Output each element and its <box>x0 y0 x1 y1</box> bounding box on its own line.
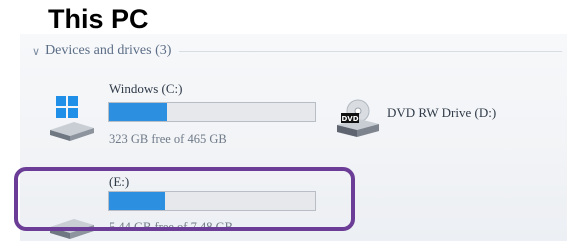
dvd-drive-icon: DVD <box>337 99 379 137</box>
drive-d[interactable]: DVD DVD RW Drive (D:) <box>335 89 555 139</box>
drive-e-highlight <box>14 167 355 231</box>
drive-c-usage-bar <box>108 102 316 122</box>
windows-drive-icon <box>50 96 94 141</box>
drive-c-usage-fill <box>109 103 167 121</box>
drive-c-name: Windows (C:) <box>109 81 183 96</box>
svg-text:DVD: DVD <box>341 115 358 123</box>
drive-c[interactable]: Windows (C:) 323 GB free of 465 GB <box>20 34 350 159</box>
drive-d-name: DVD RW Drive (D:) <box>387 105 497 120</box>
drive-c-free-space: 323 GB free of 465 GB <box>109 132 227 146</box>
page-title: This PC <box>48 4 149 34</box>
